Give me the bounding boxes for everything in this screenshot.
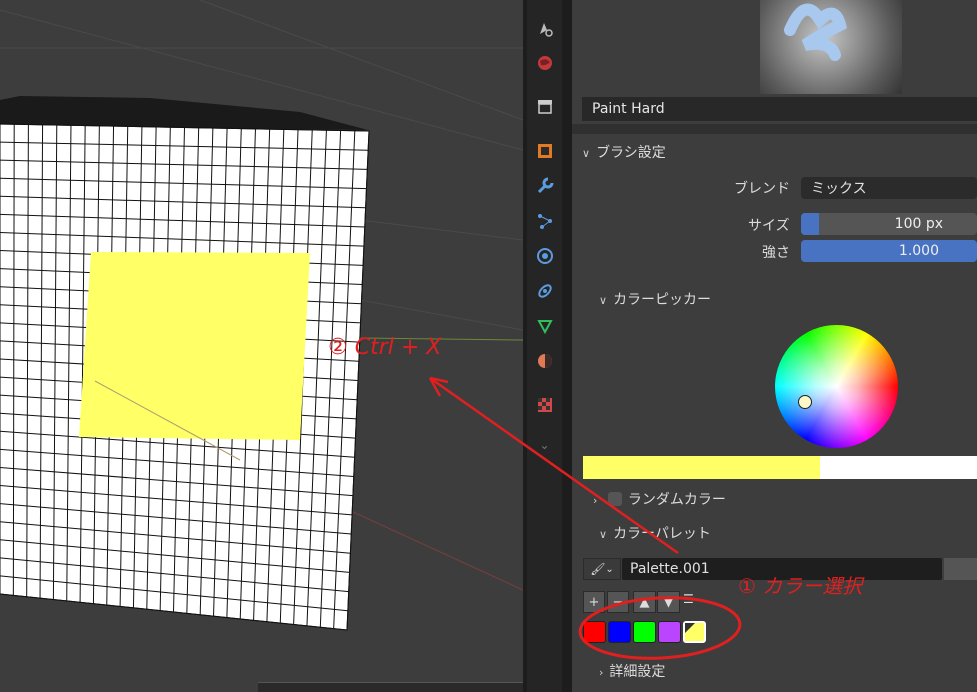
palette-browse-button[interactable]: 🖌 ⌄ <box>583 558 621 580</box>
material-icon[interactable] <box>527 346 562 376</box>
palette-swatch[interactable] <box>608 621 631 643</box>
move-up-button[interactable]: ▲ <box>633 591 656 613</box>
palette-name-field[interactable]: Palette.001 <box>622 558 942 580</box>
random-color-label: ランダムカラー <box>627 492 726 508</box>
3d-viewport[interactable] <box>0 0 523 692</box>
remove-color-button[interactable]: − <box>607 591 629 613</box>
world-icon[interactable] <box>527 48 562 78</box>
random-color-row[interactable]: › ランダムカラー <box>593 489 726 509</box>
palette-swatch[interactable] <box>583 621 606 643</box>
viewport-footer <box>258 682 523 692</box>
current-color-swatch[interactable] <box>583 456 820 479</box>
blend-label: ブレンド <box>734 181 790 197</box>
chevron-down-icon: ∨ <box>599 294 608 307</box>
minus-icon: − <box>612 594 624 610</box>
palette-fake-user-button[interactable] <box>944 558 977 580</box>
advanced-title: 詳細設定 <box>609 664 666 680</box>
brush-name: Paint Hard <box>592 101 665 117</box>
secondary-color-swatch[interactable] <box>820 456 977 479</box>
chevron-down-icon: ∨ <box>599 528 608 541</box>
data-icon[interactable] <box>527 311 562 341</box>
constraints-icon[interactable] <box>527 276 562 306</box>
color-wheel-cursor[interactable] <box>798 395 812 409</box>
palette-swatch[interactable] <box>658 621 681 643</box>
color-palette-title: カラーパレット <box>613 526 711 542</box>
painted-area <box>79 252 310 440</box>
palette-name: Palette.001 <box>630 561 710 577</box>
strength-label: 強さ <box>762 245 790 261</box>
texture-icon[interactable] <box>527 390 562 420</box>
add-color-button[interactable]: + <box>583 591 605 613</box>
wrench-icon[interactable] <box>527 171 562 201</box>
physics-icon[interactable] <box>527 241 562 271</box>
brush-settings-header[interactable]: ∨ ブラシ設定 <box>582 142 666 162</box>
strength-slider[interactable]: 1.000 <box>801 240 977 262</box>
brush-settings-title: ブラシ設定 <box>596 145 666 161</box>
strength-value: 1.000 <box>898 243 939 259</box>
chevron-right-icon: › <box>593 494 598 507</box>
collection-icon[interactable] <box>527 91 562 121</box>
triangle-up-icon: ▲ <box>639 594 650 610</box>
brush-preview[interactable] <box>760 0 902 94</box>
brush-stroke-icon <box>784 3 847 61</box>
color-picker-header[interactable]: ∨ カラーピッカー <box>599 289 711 309</box>
color-wheel[interactable] <box>775 325 898 448</box>
palette-swatch[interactable] <box>683 621 706 643</box>
advanced-header[interactable]: › 詳細設定 <box>599 661 665 681</box>
size-slider-fill <box>801 213 819 235</box>
active-swatch-corner-icon <box>685 623 695 633</box>
y-axis-line <box>359 337 523 341</box>
palette-icon: 🖌 <box>590 562 606 576</box>
color-picker-title: カラーピッカー <box>613 292 712 308</box>
tool-icon[interactable] <box>527 14 562 44</box>
particles-icon[interactable] <box>527 206 562 236</box>
palette-swatch[interactable] <box>633 621 656 643</box>
chevron-down-icon[interactable]: ⌄ <box>527 430 562 460</box>
triangle-down-icon: ▼ <box>663 594 674 610</box>
brush-name-field[interactable]: Paint Hard <box>582 97 977 121</box>
chevron-right-icon: › <box>599 666 604 679</box>
color-wheel-saturation <box>775 325 898 448</box>
size-label: サイズ <box>748 218 790 234</box>
viewport-canvas[interactable] <box>0 0 523 692</box>
plus-icon: + <box>588 594 600 610</box>
chevron-down-icon: ⌄ <box>605 563 614 575</box>
object-icon[interactable] <box>527 136 562 166</box>
sort-icon[interactable]: ☰ <box>683 592 699 610</box>
blend-dropdown[interactable]: ミックス <box>801 177 977 199</box>
size-value: 100 px <box>894 216 943 232</box>
properties-editor: Paint Hard ∨ ブラシ設定 ブレンド ミックス サイズ 100 px 強… <box>572 0 977 692</box>
strength-slider-fill <box>801 240 977 262</box>
move-down-button[interactable]: ▼ <box>657 591 680 613</box>
random-color-checkbox[interactable] <box>607 492 622 506</box>
chevron-down-icon: ∨ <box>582 147 591 160</box>
properties-tab-bar: ⌄ <box>527 0 562 692</box>
blend-value: ミックス <box>811 181 867 197</box>
tab-separator <box>562 0 572 692</box>
size-slider[interactable]: 100 px <box>801 213 977 235</box>
color-palette-header[interactable]: ∨ カラーパレット <box>599 523 711 543</box>
